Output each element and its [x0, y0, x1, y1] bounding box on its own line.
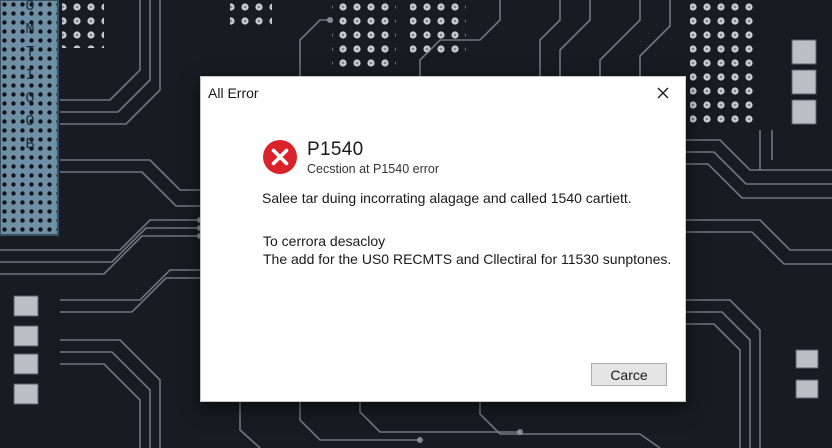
- close-icon: [657, 87, 669, 99]
- error-icon: [263, 140, 297, 174]
- error-dialog: All Error P1540 Cecstion at P1540 error …: [200, 76, 686, 402]
- dialog-title: All Error: [208, 85, 259, 101]
- detail-line-1: To cerrora desacloy: [263, 233, 386, 249]
- detail-line-2: The add for the US0 RECMTS and Cllectira…: [263, 251, 672, 267]
- error-message: Salee tar duing incorrating alagage and …: [262, 190, 632, 206]
- error-code-heading: P1540: [307, 139, 364, 160]
- error-subheading: Cecstion at P1540 error: [307, 162, 440, 176]
- close-button[interactable]: [641, 77, 685, 109]
- dialog-titlebar: All Error: [201, 77, 685, 109]
- cancel-button[interactable]: Carce: [591, 363, 667, 386]
- error-detail: To cerrora desacloy The add for the US0 …: [263, 232, 671, 268]
